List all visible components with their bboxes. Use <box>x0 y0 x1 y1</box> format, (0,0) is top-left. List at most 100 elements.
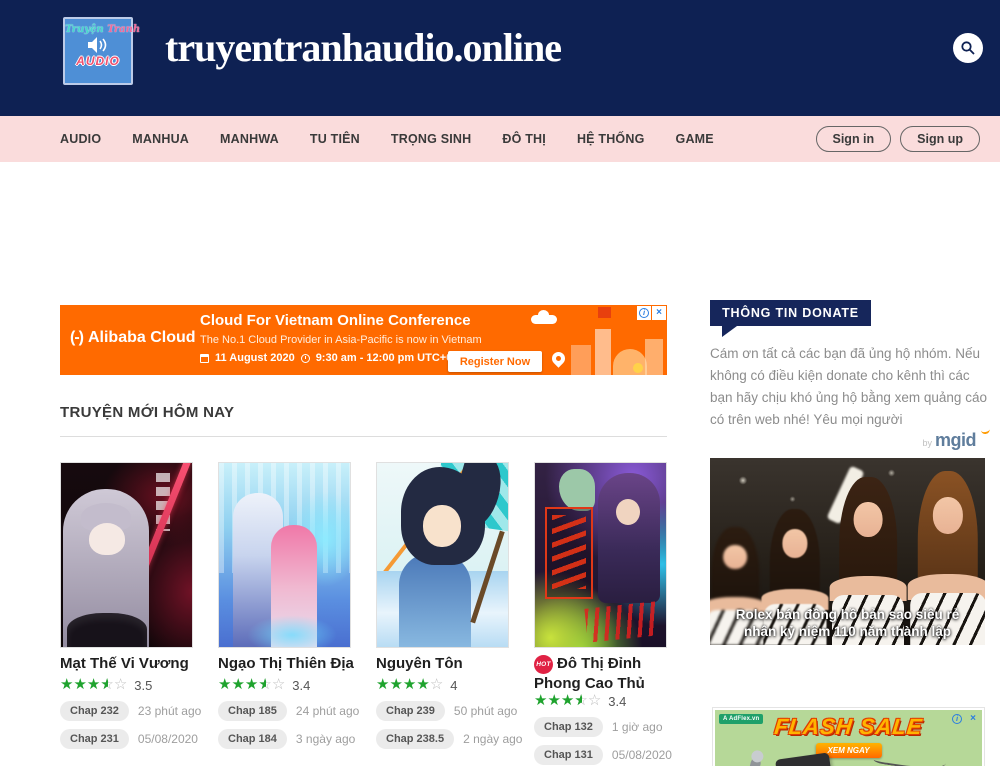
comic-title[interactable]: Mạt Thế Vi Vương <box>60 654 210 673</box>
rating-row: ★★★☆★☆ 3.4 <box>534 693 626 709</box>
mgid-logo: mgid <box>935 430 976 450</box>
ad-info-icon[interactable]: i <box>950 712 964 726</box>
nav-item-tu-tien[interactable]: TU TIÊN <box>310 132 360 146</box>
tree-graphic <box>633 363 643 373</box>
star-rating: ★★★★☆ <box>376 677 443 693</box>
chapter-badge[interactable]: Chap 231 <box>60 729 129 749</box>
ad-choices: i × <box>637 306 666 320</box>
flash-sale-ad[interactable]: A AdFlex.vn FLASH SALE XEM NGAY i × <box>712 707 985 766</box>
sign-in-button[interactable]: Sign in <box>816 126 892 152</box>
mgid-by-label: by <box>922 438 932 448</box>
nav-item-manhwa[interactable]: MANHWA <box>220 132 279 146</box>
nav-item-trong-sinh[interactable]: TRỌNG SINH <box>391 132 471 146</box>
register-now-button[interactable]: Register Now <box>448 351 542 372</box>
alibaba-brand-name: Alibaba Cloud <box>88 329 196 347</box>
comic-card-nguyen-ton: Nguyên Tôn ★★★★☆ 4 Chap 239 50 phút ago … <box>376 462 509 766</box>
chapter-badge[interactable]: Chap 131 <box>534 745 603 765</box>
cover-art-layer <box>89 523 125 555</box>
chapter-row: Chap 238.5 2 ngày ago <box>376 729 522 749</box>
donate-header-tail <box>722 326 737 337</box>
ad-info-icon[interactable]: i <box>637 306 651 320</box>
section-divider <box>60 436 667 437</box>
main-nav: AUDIO MANHUA MANHWA TU TIÊN TRỌNG SINH Đ… <box>0 116 1000 162</box>
cover-art-layer <box>67 613 147 648</box>
comic-title[interactable]: Nguyên Tôn <box>376 654 526 673</box>
logo-text-audio: AUDIO <box>65 54 131 68</box>
rolex-ad-caption: Rolex bán đồng hồ bản sao siêu rẻ nhân k… <box>710 606 985 640</box>
section-title-new-today: TRUYỆN MỚI HÔM NAY <box>60 404 234 421</box>
donate-info-header: THÔNG TIN DONATE <box>710 300 871 326</box>
page: Truyện Tranh AUDIO truyentranhaudio.onli… <box>0 0 1000 766</box>
auth-buttons: Sign in Sign up <box>816 126 981 152</box>
nav-item-manhua[interactable]: MANHUA <box>132 132 189 146</box>
building-graphic <box>571 345 591 375</box>
phone-product-graphic <box>775 752 833 766</box>
person-face <box>723 545 747 570</box>
person-face <box>933 497 963 534</box>
chapter-time: 23 phút ago <box>138 704 201 718</box>
chapter-row: Chap 131 05/08/2020 <box>534 745 672 765</box>
alibaba-cloud-banner-ad[interactable]: (-) Alibaba Cloud Cloud For Vietnam Onli… <box>60 305 667 375</box>
cover-art-layer <box>598 473 660 603</box>
cover-art-layer <box>552 515 586 589</box>
rating-row: ★★★☆★☆ 3.4 <box>218 677 310 693</box>
chapter-time: 24 phút ago <box>296 704 359 718</box>
chapter-badge[interactable]: Chap 239 <box>376 701 445 721</box>
chapter-row: Chap 232 23 phút ago <box>60 701 201 721</box>
comic-cover[interactable] <box>218 462 351 648</box>
microphone-product-graphic <box>746 757 762 766</box>
comic-cover[interactable] <box>534 462 667 648</box>
nav-item-do-thi[interactable]: ĐÔ THỊ <box>502 132 546 146</box>
banner-date: 11 August 2020 <box>215 352 295 364</box>
person-face <box>854 502 883 537</box>
chapter-time: 2 ngày ago <box>463 732 522 746</box>
comic-title[interactable]: HOTĐô Thị Đỉnh Phong Cao Thủ <box>534 654 667 693</box>
search-button[interactable] <box>953 33 983 63</box>
flash-sale-creative: A AdFlex.vn FLASH SALE XEM NGAY i × <box>715 710 982 766</box>
flash-sale-title: FLASH SALE <box>715 714 982 740</box>
chapter-time: 05/08/2020 <box>138 732 198 746</box>
site-title[interactable]: truyentranhaudio.online <box>165 24 561 71</box>
comic-title[interactable]: Ngạo Thị Thiên Địa <box>218 654 368 673</box>
chapter-row: Chap 184 3 ngày ago <box>218 729 355 749</box>
rolex-native-ad[interactable]: Rolex bán đồng hồ bản sao siêu rẻ nhân k… <box>710 458 985 645</box>
chapter-row: Chap 231 05/08/2020 <box>60 729 198 749</box>
cover-art-layer <box>559 469 595 511</box>
alibaba-cloud-logo: (-) Alibaba Cloud <box>70 329 196 347</box>
nav-item-audio[interactable]: AUDIO <box>60 132 101 146</box>
cover-art-layer <box>423 505 461 547</box>
chapter-badge[interactable]: Chap 185 <box>218 701 287 721</box>
nav-item-game[interactable]: GAME <box>676 132 714 146</box>
chapter-time: 05/08/2020 <box>612 748 672 762</box>
rating-value: 3.4 <box>608 694 626 709</box>
comic-cover[interactable] <box>376 462 509 648</box>
rating-value: 3.4 <box>292 678 310 693</box>
comic-cover[interactable] <box>60 462 193 648</box>
cover-art-layer <box>584 601 659 642</box>
cover-art-layer <box>399 553 471 647</box>
hot-badge: HOT <box>534 655 553 674</box>
star-rating: ★★★☆★☆ <box>218 677 285 693</box>
chapter-badge[interactable]: Chap 132 <box>534 717 603 737</box>
chapter-badge[interactable]: Chap 232 <box>60 701 129 721</box>
site-logo[interactable]: Truyện Tranh AUDIO <box>63 17 133 85</box>
mgid-attribution[interactable]: bymgid <box>710 430 976 451</box>
cover-art-layer <box>616 499 640 525</box>
chapter-row: Chap 132 1 giờ ago <box>534 717 663 737</box>
chapter-badge[interactable]: Chap 238.5 <box>376 729 454 749</box>
cover-art-layer <box>247 615 337 648</box>
logo-word-1: Truyện <box>65 24 104 35</box>
rating-row: ★★★★☆ 4 <box>376 677 458 693</box>
alibaba-logo-mark: (-) <box>70 329 83 347</box>
chapter-time: 50 phút ago <box>454 704 517 718</box>
chapter-time: 1 giờ ago <box>612 720 663 734</box>
nav-item-he-thong[interactable]: HỆ THỐNG <box>577 132 645 146</box>
rating-value: 3.5 <box>134 678 152 693</box>
ad-close-icon[interactable]: × <box>652 306 666 320</box>
comic-card-mat-the-vi-vuong: Mạt Thế Vi Vương ★★★☆★☆ 3.5 Chap 232 23 … <box>60 462 193 766</box>
sign-up-button[interactable]: Sign up <box>900 126 980 152</box>
search-icon <box>960 40 976 56</box>
clock-icon <box>301 354 310 363</box>
chapter-badge[interactable]: Chap 184 <box>218 729 287 749</box>
ad-close-icon[interactable]: × <box>966 712 980 726</box>
